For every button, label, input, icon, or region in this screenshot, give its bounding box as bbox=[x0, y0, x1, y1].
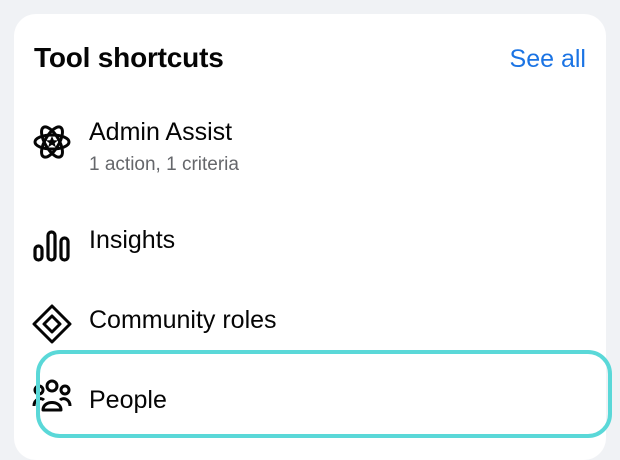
shortcut-people[interactable]: People bbox=[32, 350, 584, 438]
insights-icon bbox=[32, 224, 72, 264]
shortcut-label: Admin Assist bbox=[89, 118, 233, 146]
shortcut-sublabel: 1 action, 1 criteria bbox=[89, 154, 239, 175]
people-icon bbox=[32, 376, 72, 416]
tool-shortcuts-card: Tool shortcuts See all Admin Assist 1 ac… bbox=[14, 14, 612, 460]
shortcut-label: Community roles bbox=[89, 306, 277, 334]
section-title: Tool shortcuts bbox=[34, 42, 224, 73]
shortcut-community-roles[interactable]: Community roles bbox=[14, 292, 606, 352]
admin-assist-icon bbox=[32, 122, 72, 162]
shortcut-label: Insights bbox=[89, 226, 176, 254]
shortcut-insights[interactable]: Insights bbox=[14, 212, 606, 272]
see-all-link[interactable]: See all bbox=[510, 45, 586, 74]
community-roles-icon bbox=[32, 304, 72, 344]
shortcut-label: People bbox=[89, 386, 167, 414]
shortcut-admin-assist[interactable]: Admin Assist 1 action, 1 criteria bbox=[14, 114, 606, 190]
card-header: Tool shortcuts See all bbox=[34, 42, 586, 82]
